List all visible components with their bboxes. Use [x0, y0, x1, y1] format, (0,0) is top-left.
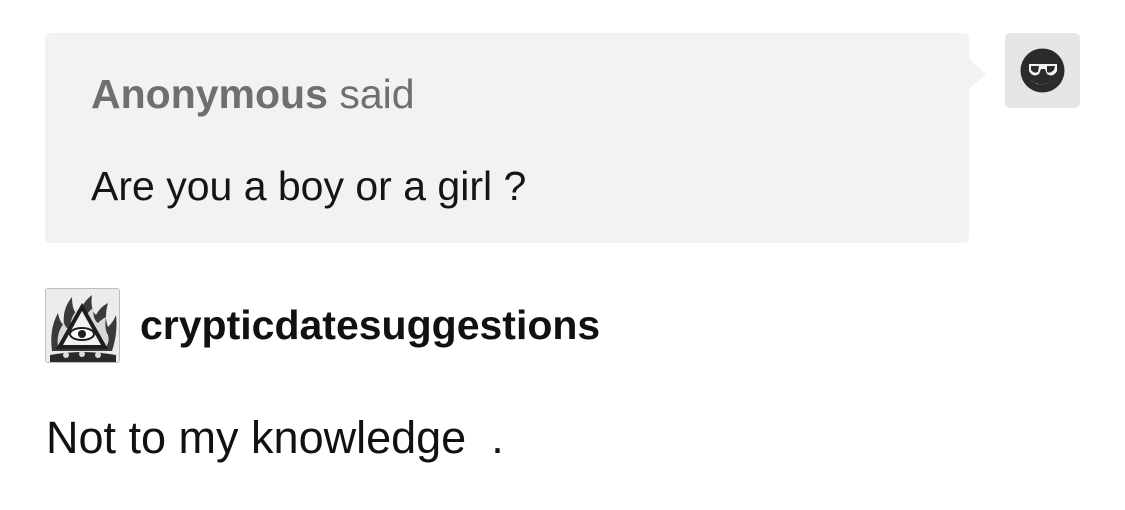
- sunglasses-face-icon: [1020, 48, 1065, 93]
- said-label: said: [339, 71, 415, 117]
- asker-name[interactable]: Anonymous: [91, 71, 328, 117]
- blog-name[interactable]: crypticdatesuggestions: [140, 302, 600, 349]
- asker-avatar[interactable]: [1005, 33, 1080, 108]
- answer-header: crypticdatesuggestions: [45, 288, 600, 363]
- ask-header: Anonymous said: [91, 71, 415, 118]
- all-seeing-eye-pyramid-icon: [46, 289, 119, 362]
- ask-bubble-tail: [968, 58, 986, 90]
- answer-text: Not to my knowledge .: [46, 412, 504, 463]
- ask-question: Are you a boy or a girl ?: [91, 163, 527, 209]
- ask-bubble: Anonymous said Are you a boy or a girl ?: [45, 33, 969, 243]
- blog-avatar[interactable]: [45, 288, 120, 363]
